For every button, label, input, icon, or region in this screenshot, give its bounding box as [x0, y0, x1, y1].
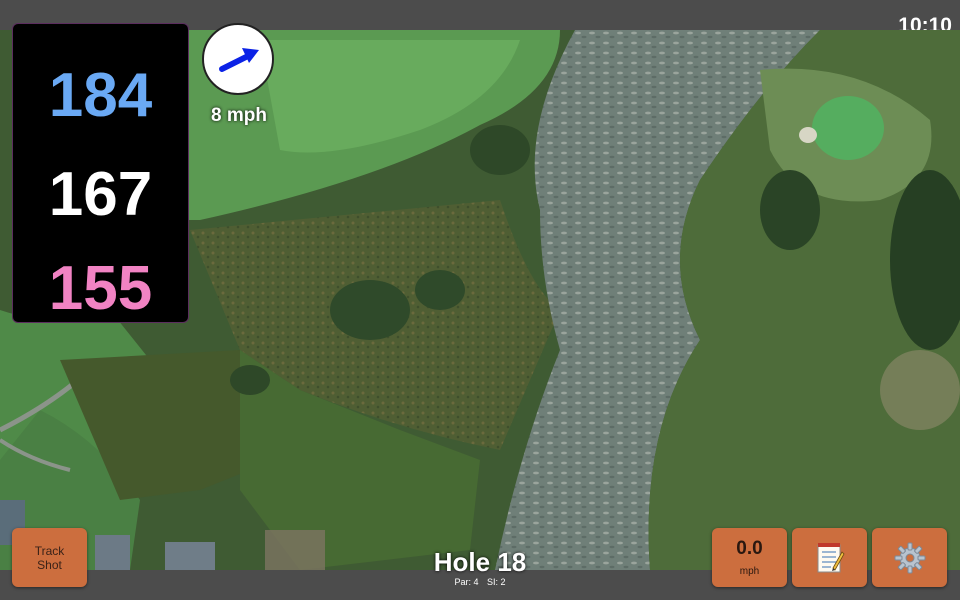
distance-panel: 184 167 155 — [12, 23, 189, 323]
speed-button[interactable]: 0.0 mph — [712, 528, 787, 587]
hole-details: Par: 4 SI: 2 — [380, 577, 580, 587]
wind-speed: 8 mph — [211, 105, 267, 126]
front-distance: 155 — [48, 254, 153, 323]
back-distance: 184 — [48, 61, 153, 130]
track-shot-button[interactable]: Track Shot — [12, 528, 87, 587]
wind-direction-dial — [202, 23, 274, 95]
settings-button[interactable] — [872, 528, 947, 587]
hole-stroke-index: SI: 2 — [487, 577, 506, 587]
track-shot-label: Track Shot — [34, 543, 65, 572]
middle-distance: 167 — [48, 160, 153, 229]
wind-arrow-icon — [219, 48, 259, 72]
notepad-icon — [817, 542, 844, 572]
hole-par: Par: 4 — [454, 577, 479, 587]
speed-unit: mph — [739, 566, 760, 577]
hole-title: Hole 18 — [433, 547, 527, 577]
notes-button[interactable] — [792, 528, 867, 587]
speed-value: 0.0 — [736, 538, 763, 559]
gear-icon — [894, 542, 925, 573]
hole-info: Hole 18 Par: 4 SI: 2 — [380, 547, 580, 587]
